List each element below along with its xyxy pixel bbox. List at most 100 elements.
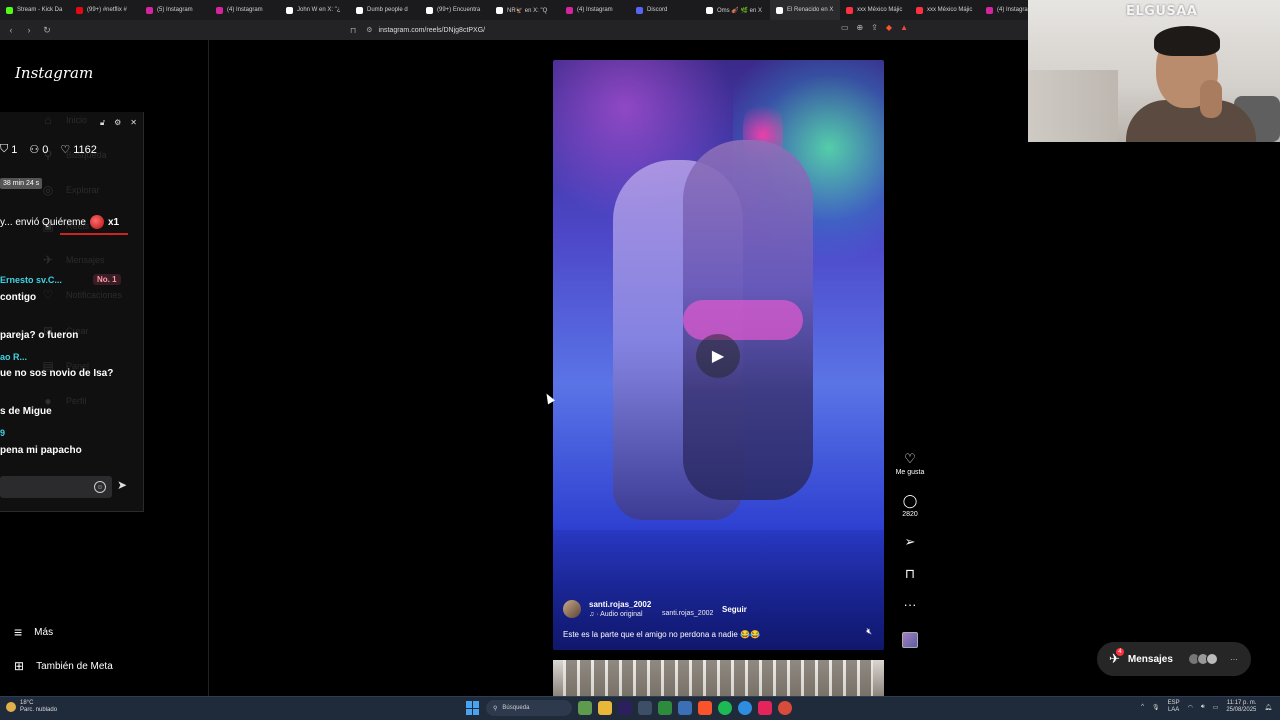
xbox-icon[interactable] — [658, 701, 672, 715]
forward-icon[interactable]: › — [22, 23, 36, 37]
mute-icon[interactable]: 🔇︎ — [866, 626, 872, 637]
browser-tab[interactable]: xxx México Májic — [840, 0, 910, 20]
site-info-icon[interactable]: ⚙ — [366, 26, 372, 34]
cast-icon[interactable]: ▭ — [841, 23, 849, 32]
browser-tab[interactable]: Stream - Kick Da — [0, 0, 70, 20]
reload-icon[interactable]: ↻ — [40, 23, 54, 37]
url-field[interactable]: ⊓ ⚙ instagram.com/reels/DNjg8ctPXG/ — [350, 23, 910, 37]
instagram-logo[interactable]: Instagram — [15, 64, 93, 82]
tab-label: Oms 🎻 🌿 en X — [717, 7, 762, 14]
edge-icon[interactable] — [738, 701, 752, 715]
wifi-icon[interactable]: ◠ — [1188, 704, 1193, 711]
more-options-button[interactable]: ··· — [893, 598, 927, 612]
notifications-icon[interactable]: 🔔︎ — [1264, 704, 1272, 711]
avatar — [1205, 653, 1218, 665]
share-icon[interactable]: ⇪ — [871, 23, 878, 32]
messages-pill[interactable]: ✈ 4 Mensajes ··· — [1097, 642, 1251, 676]
tab-label: (99+) Encuentra — [437, 7, 481, 13]
mic-icon[interactable]: 🎙︎ — [1152, 704, 1160, 711]
chrome-icon[interactable] — [778, 701, 792, 715]
back-icon[interactable]: ‹ — [4, 23, 18, 37]
browser-tab[interactable]: (99+) #netflix # — [70, 0, 140, 20]
browser-tab[interactable]: El Renacido en X — [770, 0, 840, 20]
store-icon[interactable] — [678, 701, 692, 715]
emoji-icon[interactable]: ☺ — [94, 481, 106, 493]
reel-author: santi.rojas_2002 ♫ · Audio original — [563, 600, 651, 618]
webcam-person-hair — [1154, 26, 1220, 56]
tab-label: El Renacido en X — [787, 7, 834, 13]
battery-icon[interactable]: ▭ — [1213, 704, 1219, 711]
save-button[interactable]: ⊓ — [893, 567, 927, 581]
chat-message: pena mi papacho — [0, 445, 82, 456]
reel-video[interactable]: ▶ santi.rojas_2002 ♫ · Audio original sa… — [553, 60, 884, 650]
chat-username: ao R... — [0, 352, 28, 362]
chevron-up-icon[interactable]: ^ — [1141, 704, 1144, 710]
temperature: 18°C — [20, 700, 34, 706]
tab-favicon-icon — [146, 6, 153, 14]
browser-tab[interactable]: (4) Instagram — [980, 0, 1028, 20]
audio-link[interactable]: ♫ · Audio original — [589, 611, 651, 618]
taskbar-search[interactable]: ⚲ Búsqueda — [486, 700, 572, 716]
tab-favicon-icon — [426, 6, 433, 14]
browser-tab[interactable]: (4) Instagram — [560, 0, 630, 20]
send-icon[interactable]: ➤ — [117, 478, 127, 492]
author-username[interactable]: santi.rojas_2002 — [589, 600, 651, 609]
language-indicator[interactable]: ESP LAA — [1168, 700, 1180, 714]
play-button[interactable]: ▶ — [696, 334, 740, 378]
windows-start-icon[interactable] — [466, 701, 480, 715]
close-icon[interactable]: ✕ — [130, 118, 137, 128]
widgets-icon[interactable] — [578, 701, 592, 715]
bookmark-icon[interactable]: ⊓ — [350, 26, 356, 35]
brave-icon[interactable] — [698, 701, 712, 715]
like-button[interactable]: ♡ Me gusta — [893, 452, 927, 477]
viewers-icon: ⛉ — [0, 143, 9, 155]
calculator-icon[interactable] — [638, 701, 652, 715]
comment-button[interactable]: ◯ 2820 — [893, 494, 927, 519]
chat-stats: ⛉ 1 ⚇ 0 ♡ 1162 — [0, 143, 97, 156]
premiere-icon[interactable] — [618, 701, 632, 715]
url-text: instagram.com/reels/DNjg8ctPXG/ — [378, 26, 486, 34]
volume-icon[interactable]: 🔊︎ — [1201, 704, 1205, 711]
next-reel-preview[interactable] — [553, 660, 884, 696]
audio-thumbnail[interactable] — [902, 632, 918, 648]
browser-tab[interactable]: (5) Instagram — [140, 0, 210, 20]
weather-condition: Parc. nublado — [20, 707, 58, 713]
tab-favicon-icon — [986, 6, 993, 14]
user-plus-icon: ⚇ — [29, 144, 40, 156]
gift-progress-bar — [60, 233, 128, 235]
brave-rewards-icon[interactable]: ▲ — [900, 23, 908, 32]
brave-shield-icon[interactable]: ◆ — [886, 23, 892, 32]
browser-tab[interactable]: xxx México Májic — [910, 0, 980, 20]
tab-favicon-icon — [566, 6, 573, 14]
browser-tab[interactable]: Dumb people d — [350, 0, 420, 20]
chat-controls: 🔓︎ ⚙ ✕ — [100, 118, 137, 128]
zoom-icon[interactable]: ⊕ — [857, 23, 864, 32]
author-avatar[interactable] — [563, 600, 581, 618]
share-button[interactable]: ➢ — [893, 535, 927, 549]
gift-notification: y... envió Quiéreme x1 — [0, 215, 140, 229]
unread-badge: 4 — [1115, 648, 1124, 656]
browser-tab[interactable]: (99+) Encuentra — [420, 0, 490, 20]
tab-label: (5) Instagram — [157, 7, 193, 13]
browser-tab[interactable]: John W en X: "¿ — [280, 0, 350, 20]
weather-widget[interactable]: 18°C Parc. nublado — [6, 700, 57, 714]
browser-tab[interactable]: Oms 🎻 🌿 en X — [700, 0, 770, 20]
spotify-icon[interactable] — [718, 701, 732, 715]
likes-stat: ♡ 1162 — [60, 143, 97, 157]
browser-tab[interactable]: (4) Instagram — [210, 0, 280, 20]
also-from-meta-button[interactable]: ⊞ También de Meta — [14, 659, 113, 673]
clock[interactable]: 11:17 p. m. 25/08/2025 — [1226, 700, 1256, 714]
file-explorer-icon[interactable] — [598, 701, 612, 715]
follow-button[interactable]: Seguir — [722, 605, 747, 614]
chat-username: Ernesto sv.C... — [0, 275, 62, 285]
browser-tab[interactable]: NR🦅 en X: "Q — [490, 0, 560, 20]
tab-favicon-icon — [216, 6, 223, 14]
more-menu-button[interactable]: ≡ Más — [14, 624, 53, 640]
chat-message: contigo — [0, 292, 37, 303]
settings-icon[interactable]: ⚙ — [114, 118, 121, 128]
lock-icon[interactable]: 🔓︎ — [100, 118, 105, 128]
audio-author[interactable]: santi.rojas_2002 — [662, 610, 713, 617]
tiktok-icon[interactable] — [758, 701, 772, 715]
tab-favicon-icon — [286, 6, 293, 14]
browser-tab[interactable]: Discord — [630, 0, 700, 20]
